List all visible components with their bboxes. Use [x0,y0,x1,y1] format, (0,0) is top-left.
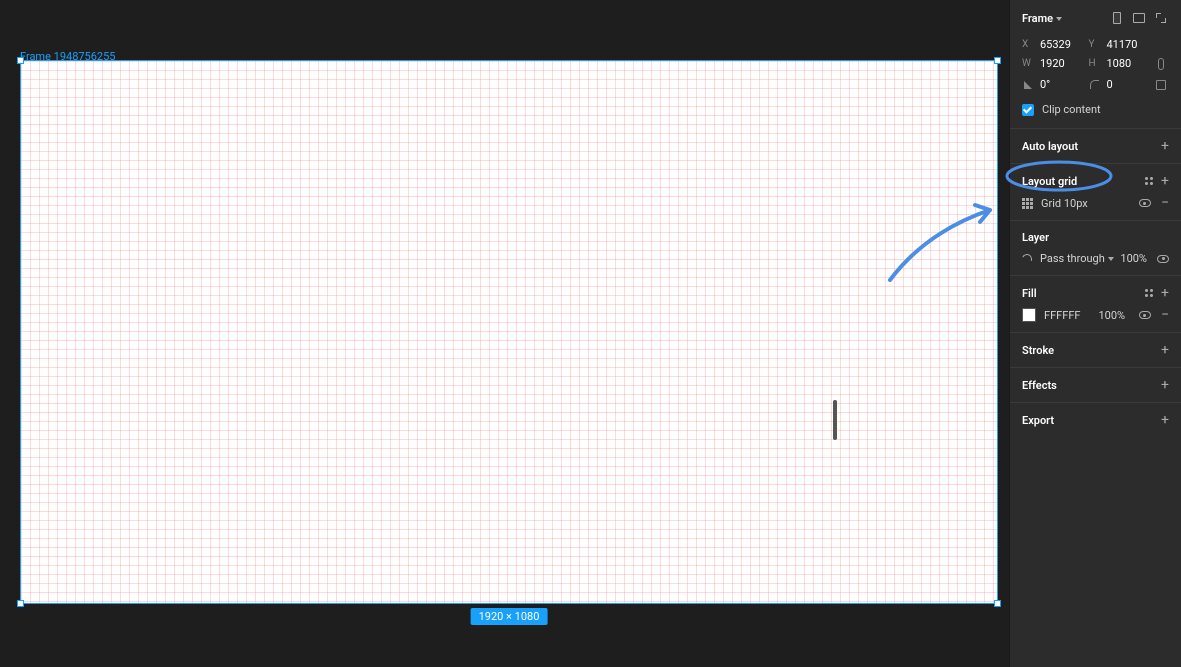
y-input[interactable]: 41170 [1107,38,1152,51]
rotation-input[interactable]: 0° [1040,78,1085,91]
resize-handle-bottom-left[interactable] [17,600,24,607]
fill-opacity-input[interactable]: 100% [1098,309,1125,322]
layer-title: Layer [1022,231,1049,244]
h-label: H [1089,58,1103,69]
resize-to-fit-horizontal-icon[interactable] [1131,10,1147,26]
canvas[interactable]: Frame 1948756255 1920 × 1080 [0,0,1009,667]
corner-radius-input[interactable]: 0 [1107,78,1152,91]
fill-hex-input[interactable]: FFFFFF [1044,309,1080,322]
rotation-icon [1022,79,1034,91]
layout-grid-title: Layout grid [1022,175,1077,188]
fill-swatch[interactable] [1022,308,1036,322]
add-layout-grid-button[interactable]: + [1161,174,1169,188]
y-label: Y [1089,39,1103,50]
blend-mode-dropdown[interactable]: Pass through [1040,252,1114,265]
toggle-grid-visibility-icon[interactable] [1139,199,1151,207]
grid-icon[interactable] [1022,198,1033,209]
export-title: Export [1022,414,1054,427]
clip-content-checkbox[interactable] [1022,104,1034,116]
layout-grid-item-label[interactable]: Grid 10px [1041,197,1088,210]
height-input[interactable]: 1080 [1107,57,1152,70]
add-stroke-button[interactable]: + [1161,343,1169,357]
w-label: W [1022,58,1036,69]
x-input[interactable]: 65329 [1040,38,1085,51]
resize-to-fit-vertical-icon[interactable] [1109,10,1125,26]
stroke-title: Stroke [1022,344,1054,357]
blend-mode-icon [1021,252,1034,265]
remove-fill-button[interactable]: − [1161,308,1169,322]
dimensions-badge: 1920 × 1080 [471,608,548,625]
independent-corners-icon[interactable] [1155,79,1167,91]
fill-title: Fill [1022,287,1037,300]
auto-layout-title: Auto layout [1022,140,1078,153]
fill-visibility-icon[interactable] [1139,311,1151,319]
effects-title: Effects [1022,379,1057,392]
add-effect-button[interactable]: + [1161,378,1169,392]
expand-icon[interactable] [1153,10,1169,26]
layer-visibility-icon[interactable] [1157,255,1169,263]
add-fill-button[interactable]: + [1161,286,1169,300]
clip-content-label: Clip content [1042,103,1101,116]
frame-type-dropdown[interactable]: Frame [1022,12,1062,25]
x-label: X [1022,39,1036,50]
properties-panel: Frame X 65329 Y 41170 W 1920 H 1080 0° 0 [1009,0,1181,667]
resize-handle-top-right[interactable] [994,57,1001,64]
add-export-button[interactable]: + [1161,413,1169,427]
canvas-scrollbar[interactable] [833,400,837,440]
resize-handle-top-left[interactable] [17,57,24,64]
constrain-proportions-icon[interactable] [1155,58,1167,70]
width-input[interactable]: 1920 [1040,57,1085,70]
resize-handle-bottom-right[interactable] [994,600,1001,607]
corner-radius-icon [1089,79,1101,91]
fill-style-button[interactable] [1145,289,1153,297]
layer-opacity-input[interactable]: 100% [1120,252,1147,265]
add-auto-layout-button[interactable]: + [1161,139,1169,153]
selected-frame[interactable]: 1920 × 1080 [20,60,998,604]
layout-grid-style-button[interactable] [1145,177,1153,185]
remove-layout-grid-button[interactable]: − [1161,196,1169,210]
